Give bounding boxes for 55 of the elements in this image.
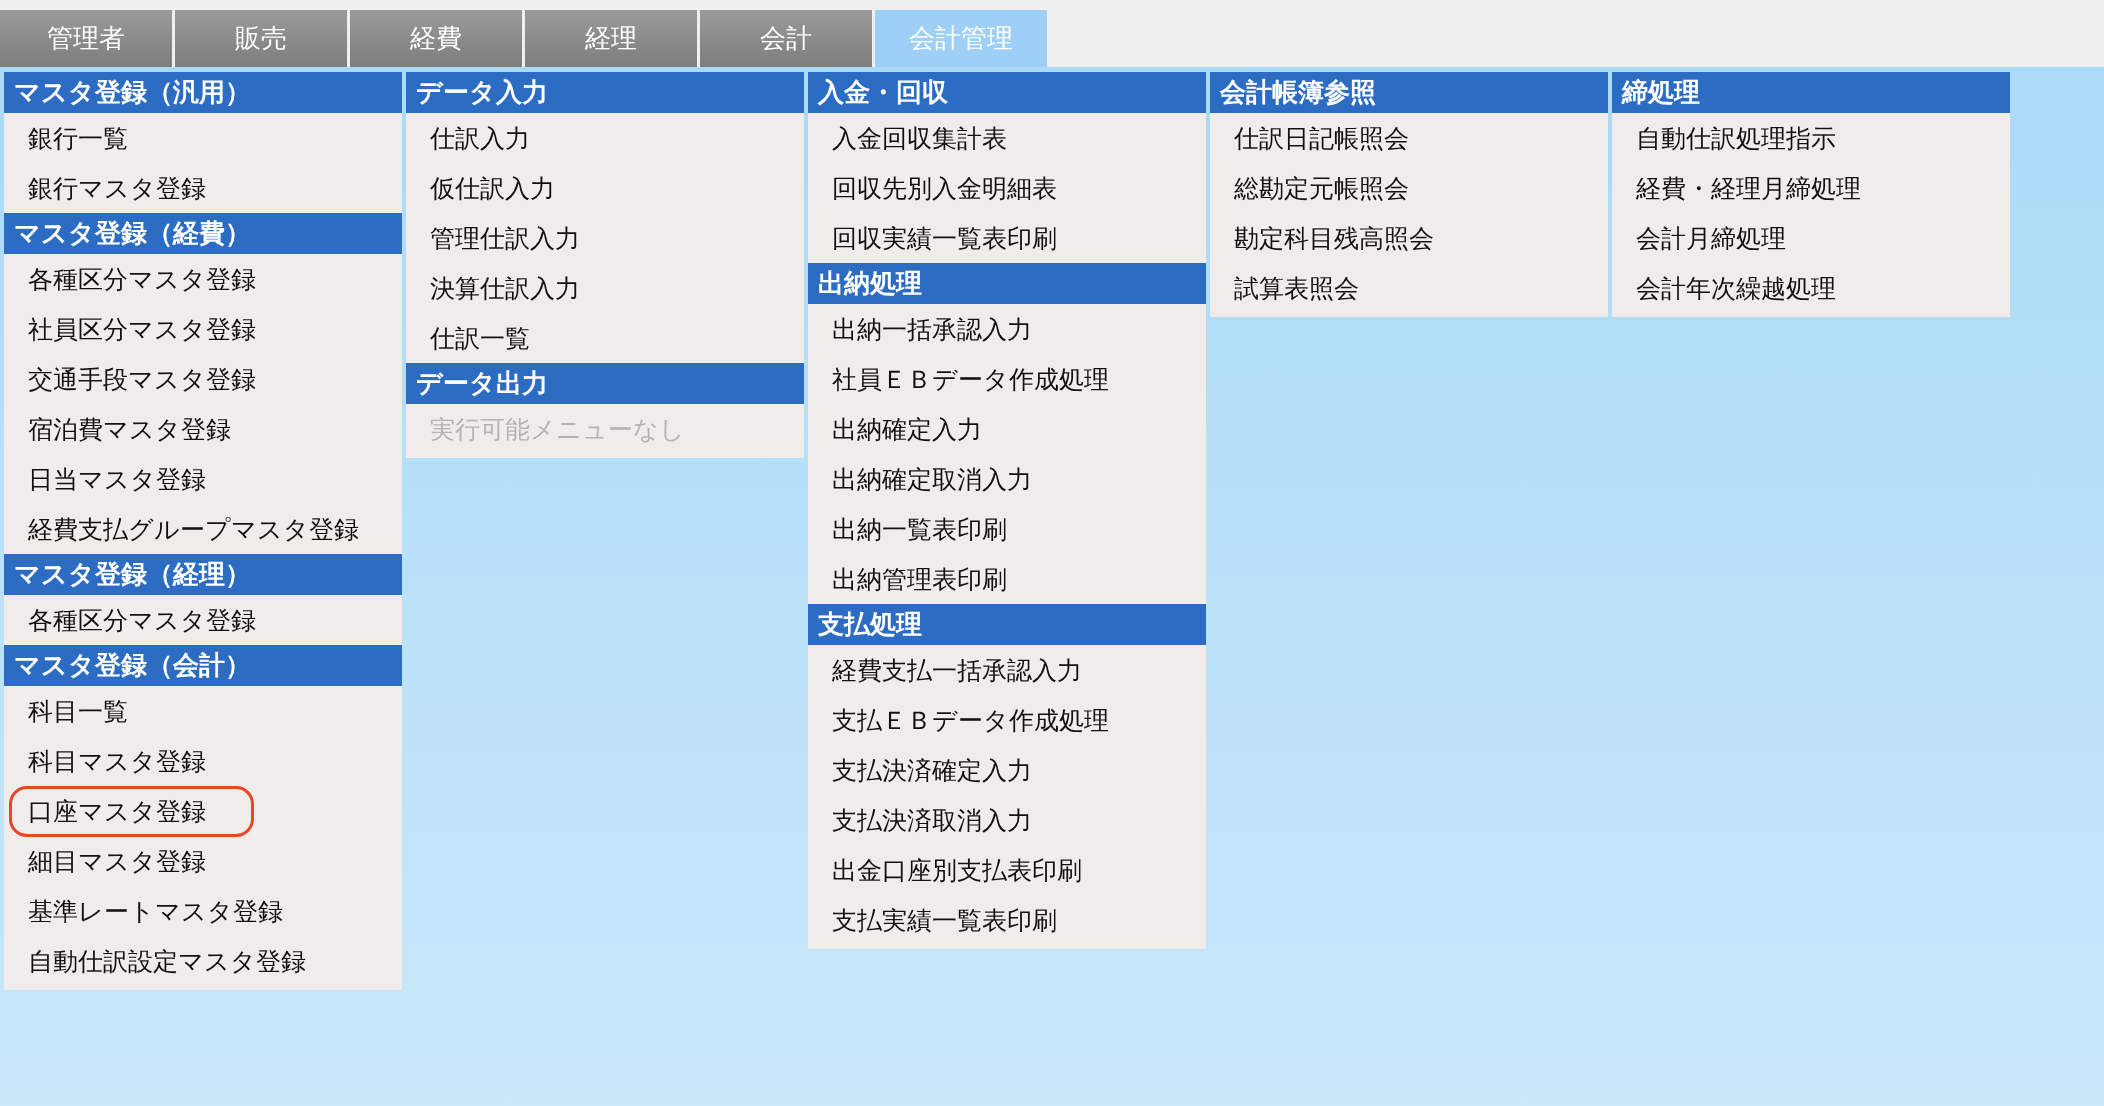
section-heading: 締処理	[1612, 72, 2010, 113]
menu-item[interactable]: 基準レートマスタ登録	[9, 885, 296, 937]
section-heading: 出納処理	[808, 263, 1206, 304]
menu-item[interactable]: 社員区分マスタ登録	[9, 303, 269, 355]
menu-item[interactable]: 会計月締処理	[1617, 212, 1799, 264]
menu-item[interactable]: 銀行一覧	[9, 112, 141, 164]
menu-item[interactable]: 各種区分マスタ登録	[9, 594, 269, 646]
menu-item[interactable]: 経費支払グループマスタ登録	[9, 503, 372, 555]
menu-item[interactable]: 会計年次繰越処理	[1617, 262, 1849, 314]
menu-item[interactable]: 管理仕訳入力	[411, 212, 593, 264]
menu-item[interactable]: 科目マスタ登録	[9, 735, 219, 787]
menu-item[interactable]: 出納管理表印刷	[813, 553, 1020, 605]
menu-item[interactable]: 交通手段マスタ登録	[9, 353, 269, 405]
menu-item[interactable]: 自動仕訳設定マスタ登録	[9, 935, 319, 987]
section-heading: 会計帳簿参照	[1210, 72, 1608, 113]
section-heading: マスタ登録（経理）	[4, 554, 402, 595]
section-heading: 入金・回収	[808, 72, 1206, 113]
menu-item[interactable]: 出納一括承認入力	[813, 303, 1045, 355]
menu-item[interactable]: 経費支払一括承認入力	[813, 644, 1095, 696]
menu-item[interactable]: 経費・経理月締処理	[1617, 162, 1874, 214]
section-heading: データ出力	[406, 363, 804, 404]
menu-item[interactable]: 銀行マスタ登録	[9, 162, 219, 214]
menu-item[interactable]: 支払決済確定入力	[813, 744, 1045, 796]
menu-item[interactable]: 回収先別入金明細表	[813, 162, 1070, 214]
menu-item[interactable]: 日当マスタ登録	[9, 453, 219, 505]
menu-item: 実行可能メニューなし	[429, 413, 686, 446]
section-heading: データ入力	[406, 72, 804, 113]
menu-item[interactable]: 自動仕訳処理指示	[1617, 112, 1849, 164]
menu-item[interactable]: 社員ＥＢデータ作成処理	[813, 353, 1122, 405]
menu-item[interactable]: 支払実績一覧表印刷	[813, 894, 1070, 946]
section-heading: マスタ登録（汎用）	[4, 72, 402, 113]
menu-item[interactable]: 支払ＥＢデータ作成処理	[813, 694, 1122, 746]
section-heading: 支払処理	[808, 604, 1206, 645]
menu-item[interactable]: 出納確定入力	[813, 403, 995, 455]
menu-item[interactable]: 口座マスタ登録	[9, 785, 254, 837]
menu-item[interactable]: 回収実績一覧表印刷	[813, 212, 1070, 264]
menu-item[interactable]: 決算仕訳入力	[411, 262, 593, 314]
menu-item[interactable]: 支払決済取消入力	[813, 794, 1045, 846]
menu-item[interactable]: 出納一覧表印刷	[813, 503, 1020, 555]
menu-item[interactable]: 総勘定元帳照会	[1215, 162, 1422, 214]
section-heading: マスタ登録（会計）	[4, 645, 402, 686]
menu-item[interactable]: 仕訳日記帳照会	[1215, 112, 1422, 164]
menu-item[interactable]: 出納確定取消入力	[813, 453, 1045, 505]
menu-item[interactable]: 出金口座別支払表印刷	[813, 844, 1095, 896]
menu-item[interactable]: 各種区分マスタ登録	[9, 253, 269, 305]
menu-item[interactable]: 仕訳一覧	[411, 312, 543, 364]
menu-item[interactable]: 入金回収集計表	[813, 112, 1020, 164]
menu-item[interactable]: 仮仕訳入力	[411, 162, 568, 214]
menu-item[interactable]: 勘定科目残高照会	[1215, 212, 1447, 264]
menu-item[interactable]: 科目一覧	[9, 685, 141, 737]
menu-item[interactable]: 試算表照会	[1215, 262, 1372, 314]
menu-item[interactable]: 細目マスタ登録	[9, 835, 219, 887]
menu-item[interactable]: 宿泊費マスタ登録	[9, 403, 244, 455]
section-heading: マスタ登録（経費）	[4, 213, 402, 254]
menu-item[interactable]: 仕訳入力	[411, 112, 543, 164]
